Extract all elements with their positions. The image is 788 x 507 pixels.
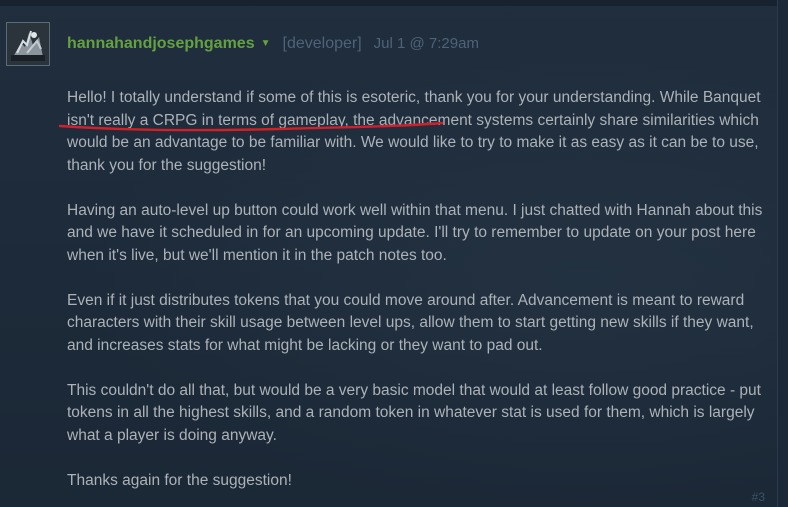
author-name[interactable]: hannahandjosephgames — [67, 35, 255, 53]
paragraph: Thanks again for the suggestion! — [67, 471, 292, 489]
paragraph: Hello! I totally understand if some of t… — [67, 89, 761, 174]
developer-badge: [developer] — [282, 35, 362, 52]
comment-body: Hello! I totally understand if some of t… — [67, 87, 772, 507]
caret-down-icon[interactable]: ▼ — [261, 38, 271, 49]
top-divider — [0, 0, 777, 6]
comment-header: hannahandjosephgames ▼ [developer] Jul 1… — [67, 35, 479, 53]
paragraph: This couldn't do all that, but would be … — [67, 381, 761, 444]
paragraph: Even if it just distributes tokens that … — [67, 291, 754, 354]
page-edge — [778, 0, 788, 507]
post-timestamp: Jul 1 @ 7:29am — [373, 35, 479, 52]
forum-comment: hannahandjosephgames ▼ [developer] Jul 1… — [0, 0, 778, 507]
avatar-image — [7, 23, 49, 65]
avatar[interactable] — [6, 22, 50, 66]
post-number[interactable]: #3 — [752, 490, 765, 504]
paragraph: Having an auto-level up button could wor… — [67, 201, 763, 264]
